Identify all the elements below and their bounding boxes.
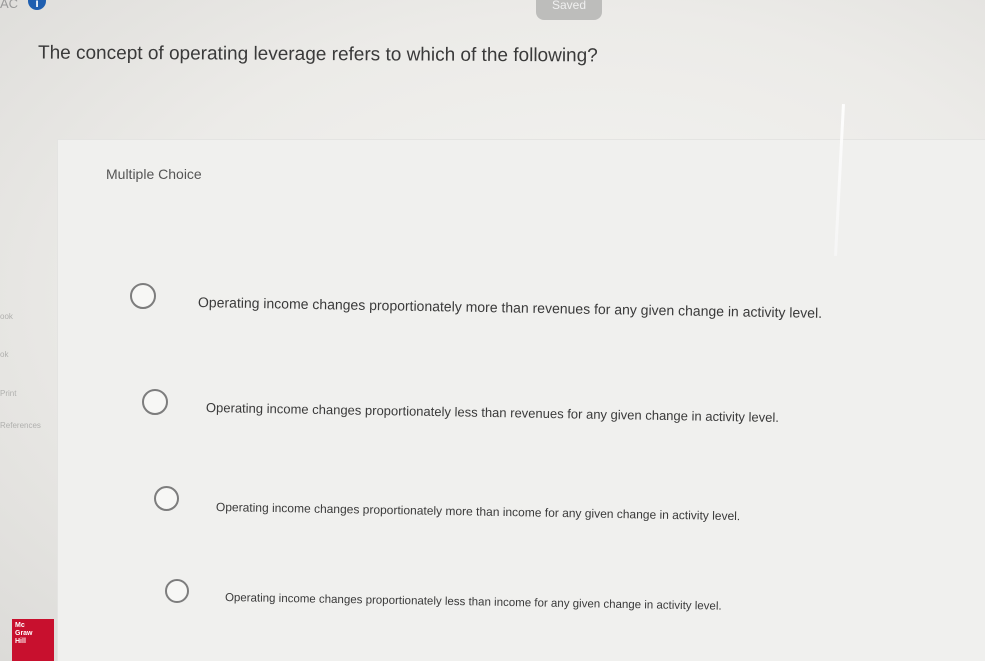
radio-button[interactable]	[154, 486, 179, 511]
logo-line: Graw	[15, 630, 33, 637]
answer-card	[58, 140, 985, 661]
question-text: The concept of operating leverage refers…	[37, 42, 598, 67]
publisher-logo: Mc Graw Hill	[12, 619, 54, 661]
side-nav-item-references[interactable]: References	[0, 421, 41, 430]
saved-status-badge: Saved	[536, 0, 602, 20]
radio-button[interactable]	[130, 283, 156, 309]
question-type-label: Multiple Choice	[106, 166, 202, 182]
radio-button[interactable]	[165, 579, 189, 603]
header-corner-text: AC	[0, 0, 19, 11]
logo-line: Hill	[15, 638, 26, 645]
radio-button[interactable]	[142, 389, 168, 415]
side-nav-item[interactable]: ook	[0, 312, 13, 321]
logo-line: Mc	[15, 622, 25, 629]
side-nav-item[interactable]: ok	[0, 350, 8, 359]
side-nav-item-print[interactable]: Print	[0, 389, 16, 398]
